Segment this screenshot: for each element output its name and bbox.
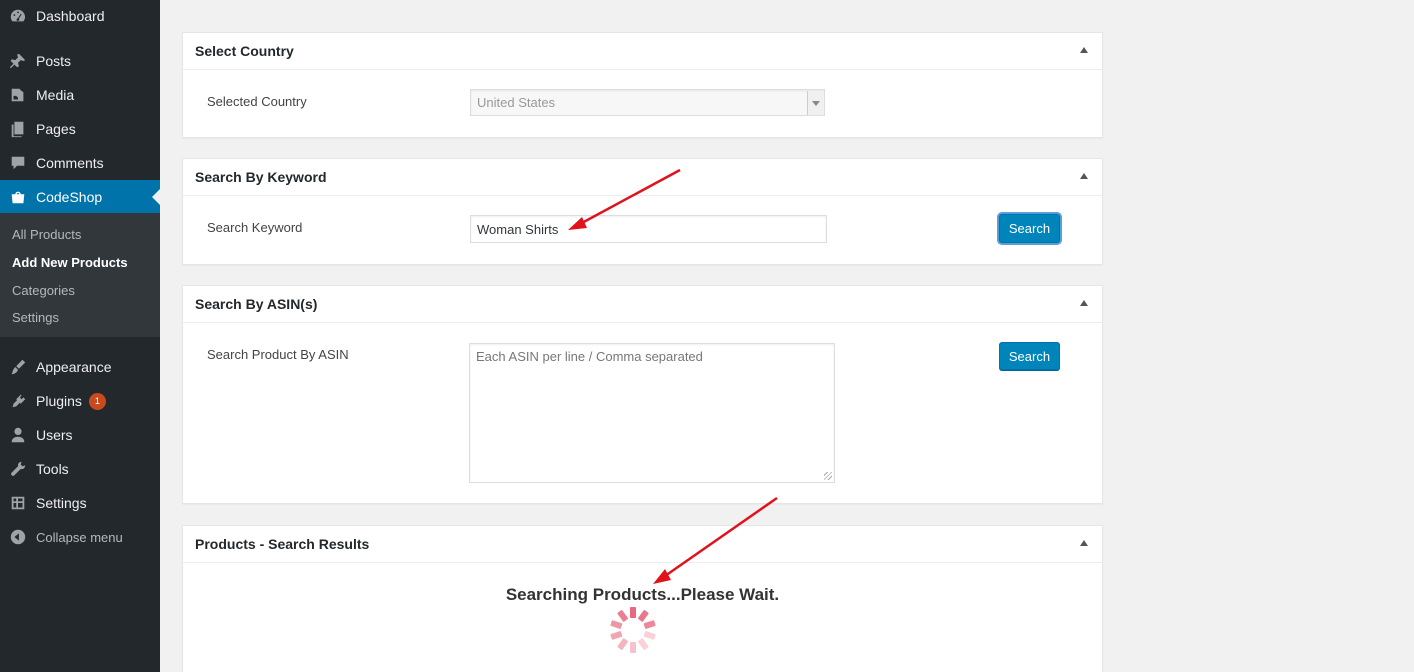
- menu-label: Plugins: [36, 393, 82, 409]
- menu-label: CodeShop: [36, 189, 103, 205]
- collapse-label: Collapse menu: [36, 529, 123, 545]
- menu-item-plugins[interactable]: Plugins 1: [0, 384, 160, 418]
- keyword-search-button[interactable]: Search: [999, 214, 1060, 243]
- admin-sidebar: Dashboard Posts Media Pages Comments Cod…: [0, 0, 160, 672]
- plugin-update-badge: 1: [88, 392, 106, 410]
- selected-country-label: Selected Country: [207, 94, 307, 109]
- collapse-arrow-icon[interactable]: [1080, 300, 1088, 306]
- collapse-arrow-icon[interactable]: [1080, 47, 1088, 53]
- pages-icon: [0, 120, 36, 138]
- searching-status-text: Searching Products...Please Wait.: [505, 585, 780, 604]
- comment-icon: [0, 154, 36, 172]
- codeshop-submenu: All Products Add New Products Categories…: [0, 213, 160, 337]
- menu-item-posts[interactable]: Posts: [0, 44, 160, 78]
- submenu-categories[interactable]: Categories: [12, 283, 75, 298]
- media-icon: [0, 86, 36, 104]
- menu-label: Media: [36, 87, 75, 103]
- collapse-menu-button[interactable]: Collapse menu: [0, 520, 160, 554]
- menu-item-tools[interactable]: Tools: [0, 452, 160, 486]
- collapse-arrow-icon[interactable]: [1080, 540, 1088, 546]
- menu-item-users[interactable]: Users: [0, 418, 160, 452]
- user-icon: [0, 426, 36, 444]
- asin-search-button[interactable]: Search: [999, 342, 1060, 370]
- asin-search-panel: Search By ASIN(s) Search Product By ASIN…: [182, 285, 1103, 504]
- panel-header[interactable]: Products - Search Results: [183, 526, 1102, 563]
- menu-label: Tools: [36, 461, 69, 477]
- menu-item-codeshop[interactable]: CodeShop: [0, 180, 160, 214]
- wrench-icon: [0, 460, 36, 478]
- panel-title: Products - Search Results: [195, 536, 370, 552]
- chevron-down-icon: [807, 91, 823, 115]
- settings-icon: [0, 494, 36, 512]
- submenu-add-new-products[interactable]: Add New Products: [12, 255, 128, 270]
- search-results-panel: Products - Search Results Searching Prod…: [182, 525, 1103, 672]
- menu-label: Dashboard: [36, 8, 105, 24]
- asin-placeholder: Each ASIN per line / Comma separated: [476, 349, 703, 364]
- shop-icon: [0, 188, 36, 206]
- panel-title: Select Country: [195, 43, 294, 59]
- menu-item-settings[interactable]: Settings: [0, 486, 160, 520]
- resize-handle-icon[interactable]: [824, 472, 832, 480]
- collapse-icon: [0, 528, 36, 546]
- menu-label: Users: [36, 427, 73, 443]
- asin-textarea[interactable]: Each ASIN per line / Comma separated: [469, 343, 835, 483]
- menu-item-appearance[interactable]: Appearance: [0, 350, 160, 384]
- keyword-search-panel: Search By Keyword Search Keyword Woman S…: [182, 158, 1103, 265]
- plugin-icon: [0, 392, 36, 410]
- menu-label: Settings: [36, 495, 87, 511]
- dashboard-icon: [0, 7, 36, 25]
- submenu-all-products[interactable]: All Products: [12, 227, 81, 242]
- select-country-panel: Select Country Selected Country United S…: [182, 32, 1103, 138]
- panel-header[interactable]: Search By ASIN(s): [183, 286, 1102, 323]
- panel-title: Search By ASIN(s): [195, 296, 318, 312]
- country-select[interactable]: United States: [470, 89, 825, 116]
- menu-item-media[interactable]: Media: [0, 78, 160, 112]
- menu-label: Comments: [36, 155, 104, 171]
- menu-label: Appearance: [36, 359, 112, 375]
- brush-icon: [0, 358, 36, 376]
- menu-label: Pages: [36, 121, 76, 137]
- collapse-arrow-icon[interactable]: [1080, 173, 1088, 179]
- pin-icon: [0, 52, 36, 70]
- panel-title: Search By Keyword: [195, 169, 327, 185]
- asin-label: Search Product By ASIN: [207, 347, 349, 362]
- search-keyword-value: Woman Shirts: [477, 221, 559, 237]
- search-keyword-label: Search Keyword: [207, 220, 303, 235]
- menu-label: Posts: [36, 53, 72, 69]
- search-keyword-input[interactable]: Woman Shirts: [470, 215, 827, 243]
- panel-header[interactable]: Search By Keyword: [183, 159, 1102, 196]
- menu-item-pages[interactable]: Pages: [0, 112, 160, 146]
- panel-header[interactable]: Select Country: [183, 33, 1102, 70]
- menu-item-dashboard[interactable]: Dashboard: [0, 0, 160, 33]
- submenu-settings[interactable]: Settings: [12, 310, 59, 325]
- menu-item-comments[interactable]: Comments: [0, 146, 160, 180]
- country-select-value: United States: [477, 95, 556, 110]
- loading-spinner-icon: [610, 607, 656, 653]
